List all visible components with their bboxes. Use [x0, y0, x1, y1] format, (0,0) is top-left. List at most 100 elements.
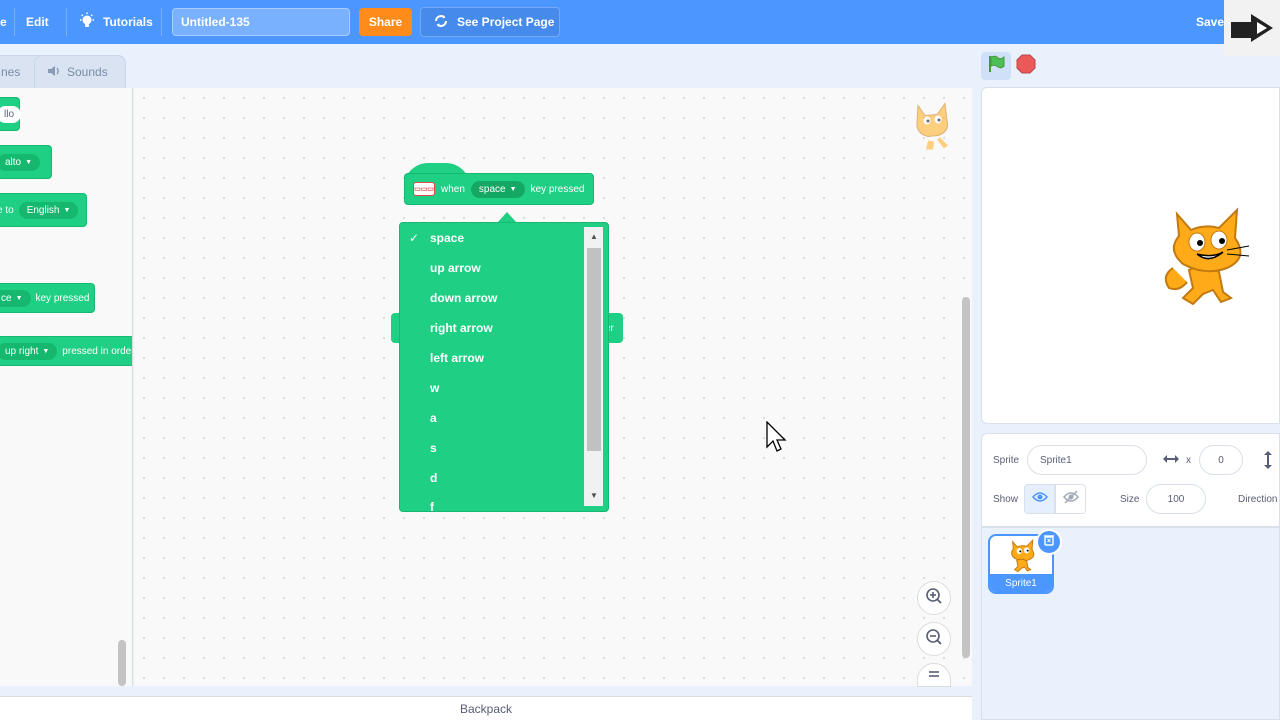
tab-costumes-label: nes — [1, 65, 21, 79]
dropdown-option[interactable]: right arrow — [430, 318, 493, 338]
edit-menu-label: Edit — [26, 15, 49, 29]
file-menu-label: e — [0, 15, 7, 29]
sprite-thumbnail-image — [1006, 539, 1038, 578]
option-label: left arrow — [430, 351, 485, 365]
block-dropdown[interactable]: alto ▼ — [0, 153, 41, 171]
block-dropdown-value: alto — [5, 156, 22, 168]
chevron-down-icon: ▼ — [509, 185, 517, 193]
menu-divider — [161, 8, 162, 36]
cat-sprite[interactable] — [1157, 206, 1253, 308]
show-sprite-button[interactable] — [1024, 484, 1055, 514]
sprite-thumbnail-name: Sprite1 — [990, 574, 1052, 592]
dropdown-option[interactable]: space — [430, 228, 464, 248]
key-pressed-label: key pressed — [530, 183, 585, 195]
block-dropdown-value: up right — [5, 345, 39, 357]
horizontal-arrows-icon — [1162, 452, 1180, 471]
block-input[interactable]: llo — [0, 105, 22, 123]
x-position-input[interactable]: 0 — [1199, 445, 1243, 475]
delete-sprite-button[interactable] — [1036, 529, 1062, 555]
palette-block[interactable]: alto ▼ — [0, 145, 52, 179]
share-button[interactable]: Share — [359, 8, 412, 36]
backpack-bar[interactable]: Backpack — [0, 696, 972, 720]
menu-divider — [66, 8, 67, 36]
x-label: x — [1186, 455, 1191, 466]
sprite-thumbnail-label: Sprite1 — [1005, 577, 1037, 589]
tutorials-button[interactable]: Tutorials — [78, 0, 153, 44]
zoom-out-button[interactable] — [917, 622, 951, 656]
palette-block[interactable]: llo — [0, 97, 22, 131]
size-label: Size — [1120, 494, 1140, 505]
palette-block-key-pressed[interactable]: ce ▼ key pressed — [0, 283, 95, 313]
zoom-out-icon — [925, 628, 943, 651]
key-dropdown-value: space — [478, 183, 506, 195]
dropdown-option[interactable]: w — [430, 378, 439, 398]
key-dropdown-menu: ✓ space up arrow down arrow right arrow … — [399, 222, 609, 512]
block-dropdown[interactable]: ce ▼ — [0, 289, 31, 307]
dropdown-option[interactable]: up arrow — [430, 258, 481, 278]
code-area-scrollbar[interactable] — [962, 297, 970, 658]
green-flag-icon — [986, 54, 1006, 79]
palette-block-pressed-in-order[interactable]: up right ▼ pressed in order — [0, 336, 132, 366]
green-flag-button[interactable] — [981, 52, 1011, 80]
eye-hidden-icon — [1062, 489, 1079, 509]
dropdown-option[interactable]: s — [430, 438, 437, 458]
see-project-page-button[interactable]: See Project Page — [420, 7, 560, 37]
palette-block[interactable]: e to English▼ — [0, 193, 87, 227]
dropdown-option[interactable]: a — [430, 408, 437, 428]
eye-icon — [1031, 490, 1048, 508]
option-label: down arrow — [430, 291, 498, 305]
scroll-up-icon[interactable]: ▲ — [589, 232, 599, 241]
speaker-icon — [47, 65, 61, 80]
option-label: d — [430, 471, 438, 485]
vertical-arrows-icon — [1262, 450, 1274, 475]
when-key-pressed-hat-block[interactable]: ▭▭▭ when space ▼ key pressed — [404, 163, 594, 211]
dropdown-option[interactable]: f — [430, 497, 434, 512]
zoom-in-button[interactable] — [917, 581, 951, 615]
key-dropdown[interactable]: space ▼ — [470, 180, 525, 198]
chevron-down-icon: ▼ — [15, 294, 23, 302]
sprite-label: Sprite — [993, 455, 1020, 466]
menu-bar: e Edit Tutorials Untitled-135 Share See … — [0, 0, 1280, 44]
option-label: a — [430, 411, 437, 425]
extension-icon-text: ▭▭▭ — [414, 186, 434, 193]
project-title-input[interactable]: Untitled-135 — [172, 8, 350, 36]
zoom-in-icon — [925, 587, 943, 610]
direction-label: Direction — [1238, 494, 1278, 505]
block-text: key pressed — [35, 292, 90, 304]
size-input[interactable]: 100 — [1146, 484, 1206, 514]
option-label: w — [430, 381, 440, 395]
palette-scrollbar[interactable] — [118, 640, 126, 686]
block-dropdown[interactable]: up right ▼ — [0, 342, 58, 360]
stop-button[interactable] — [1016, 54, 1036, 79]
block-text: e to — [0, 204, 14, 216]
dropdown-option[interactable]: down arrow — [430, 288, 497, 308]
zoom-reset-icon — [927, 666, 941, 684]
chevron-down-icon: ▼ — [25, 158, 33, 166]
chevron-down-icon: ▼ — [63, 206, 71, 214]
option-label: f — [430, 500, 434, 512]
file-menu[interactable]: e — [0, 0, 7, 44]
block-dropdown[interactable]: English ▼ — [18, 201, 79, 219]
sprite-name-input[interactable]: Sprite1 — [1027, 445, 1147, 475]
hide-sprite-button[interactable] — [1055, 484, 1086, 514]
tutorials-bulb-icon — [78, 12, 96, 33]
tab-sounds[interactable]: Sounds — [34, 55, 126, 88]
scroll-down-icon[interactable]: ▼ — [589, 491, 599, 500]
menu-divider — [14, 8, 15, 36]
dropdown-option[interactable]: left arrow — [430, 348, 484, 368]
when-label: when — [441, 183, 465, 195]
block-dropdown-value: ce — [1, 292, 12, 304]
trash-icon — [1043, 533, 1055, 551]
remix-arrows-icon — [433, 13, 449, 32]
x-position-value: 0 — [1218, 454, 1224, 466]
block-dropdown-value: English — [26, 204, 60, 216]
dropdown-option[interactable]: d — [430, 468, 437, 488]
project-title-value: Untitled-135 — [181, 15, 250, 29]
hat-block-body[interactable]: ▭▭▭ when space ▼ key pressed — [404, 173, 594, 205]
dropdown-scrollbar-thumb[interactable] — [587, 248, 601, 451]
save-button[interactable]: Save — [1196, 0, 1224, 44]
mouse-cursor-icon — [766, 420, 790, 457]
share-label: Share — [368, 15, 403, 29]
edit-menu[interactable]: Edit — [26, 0, 49, 44]
stop-icon — [1016, 54, 1036, 79]
